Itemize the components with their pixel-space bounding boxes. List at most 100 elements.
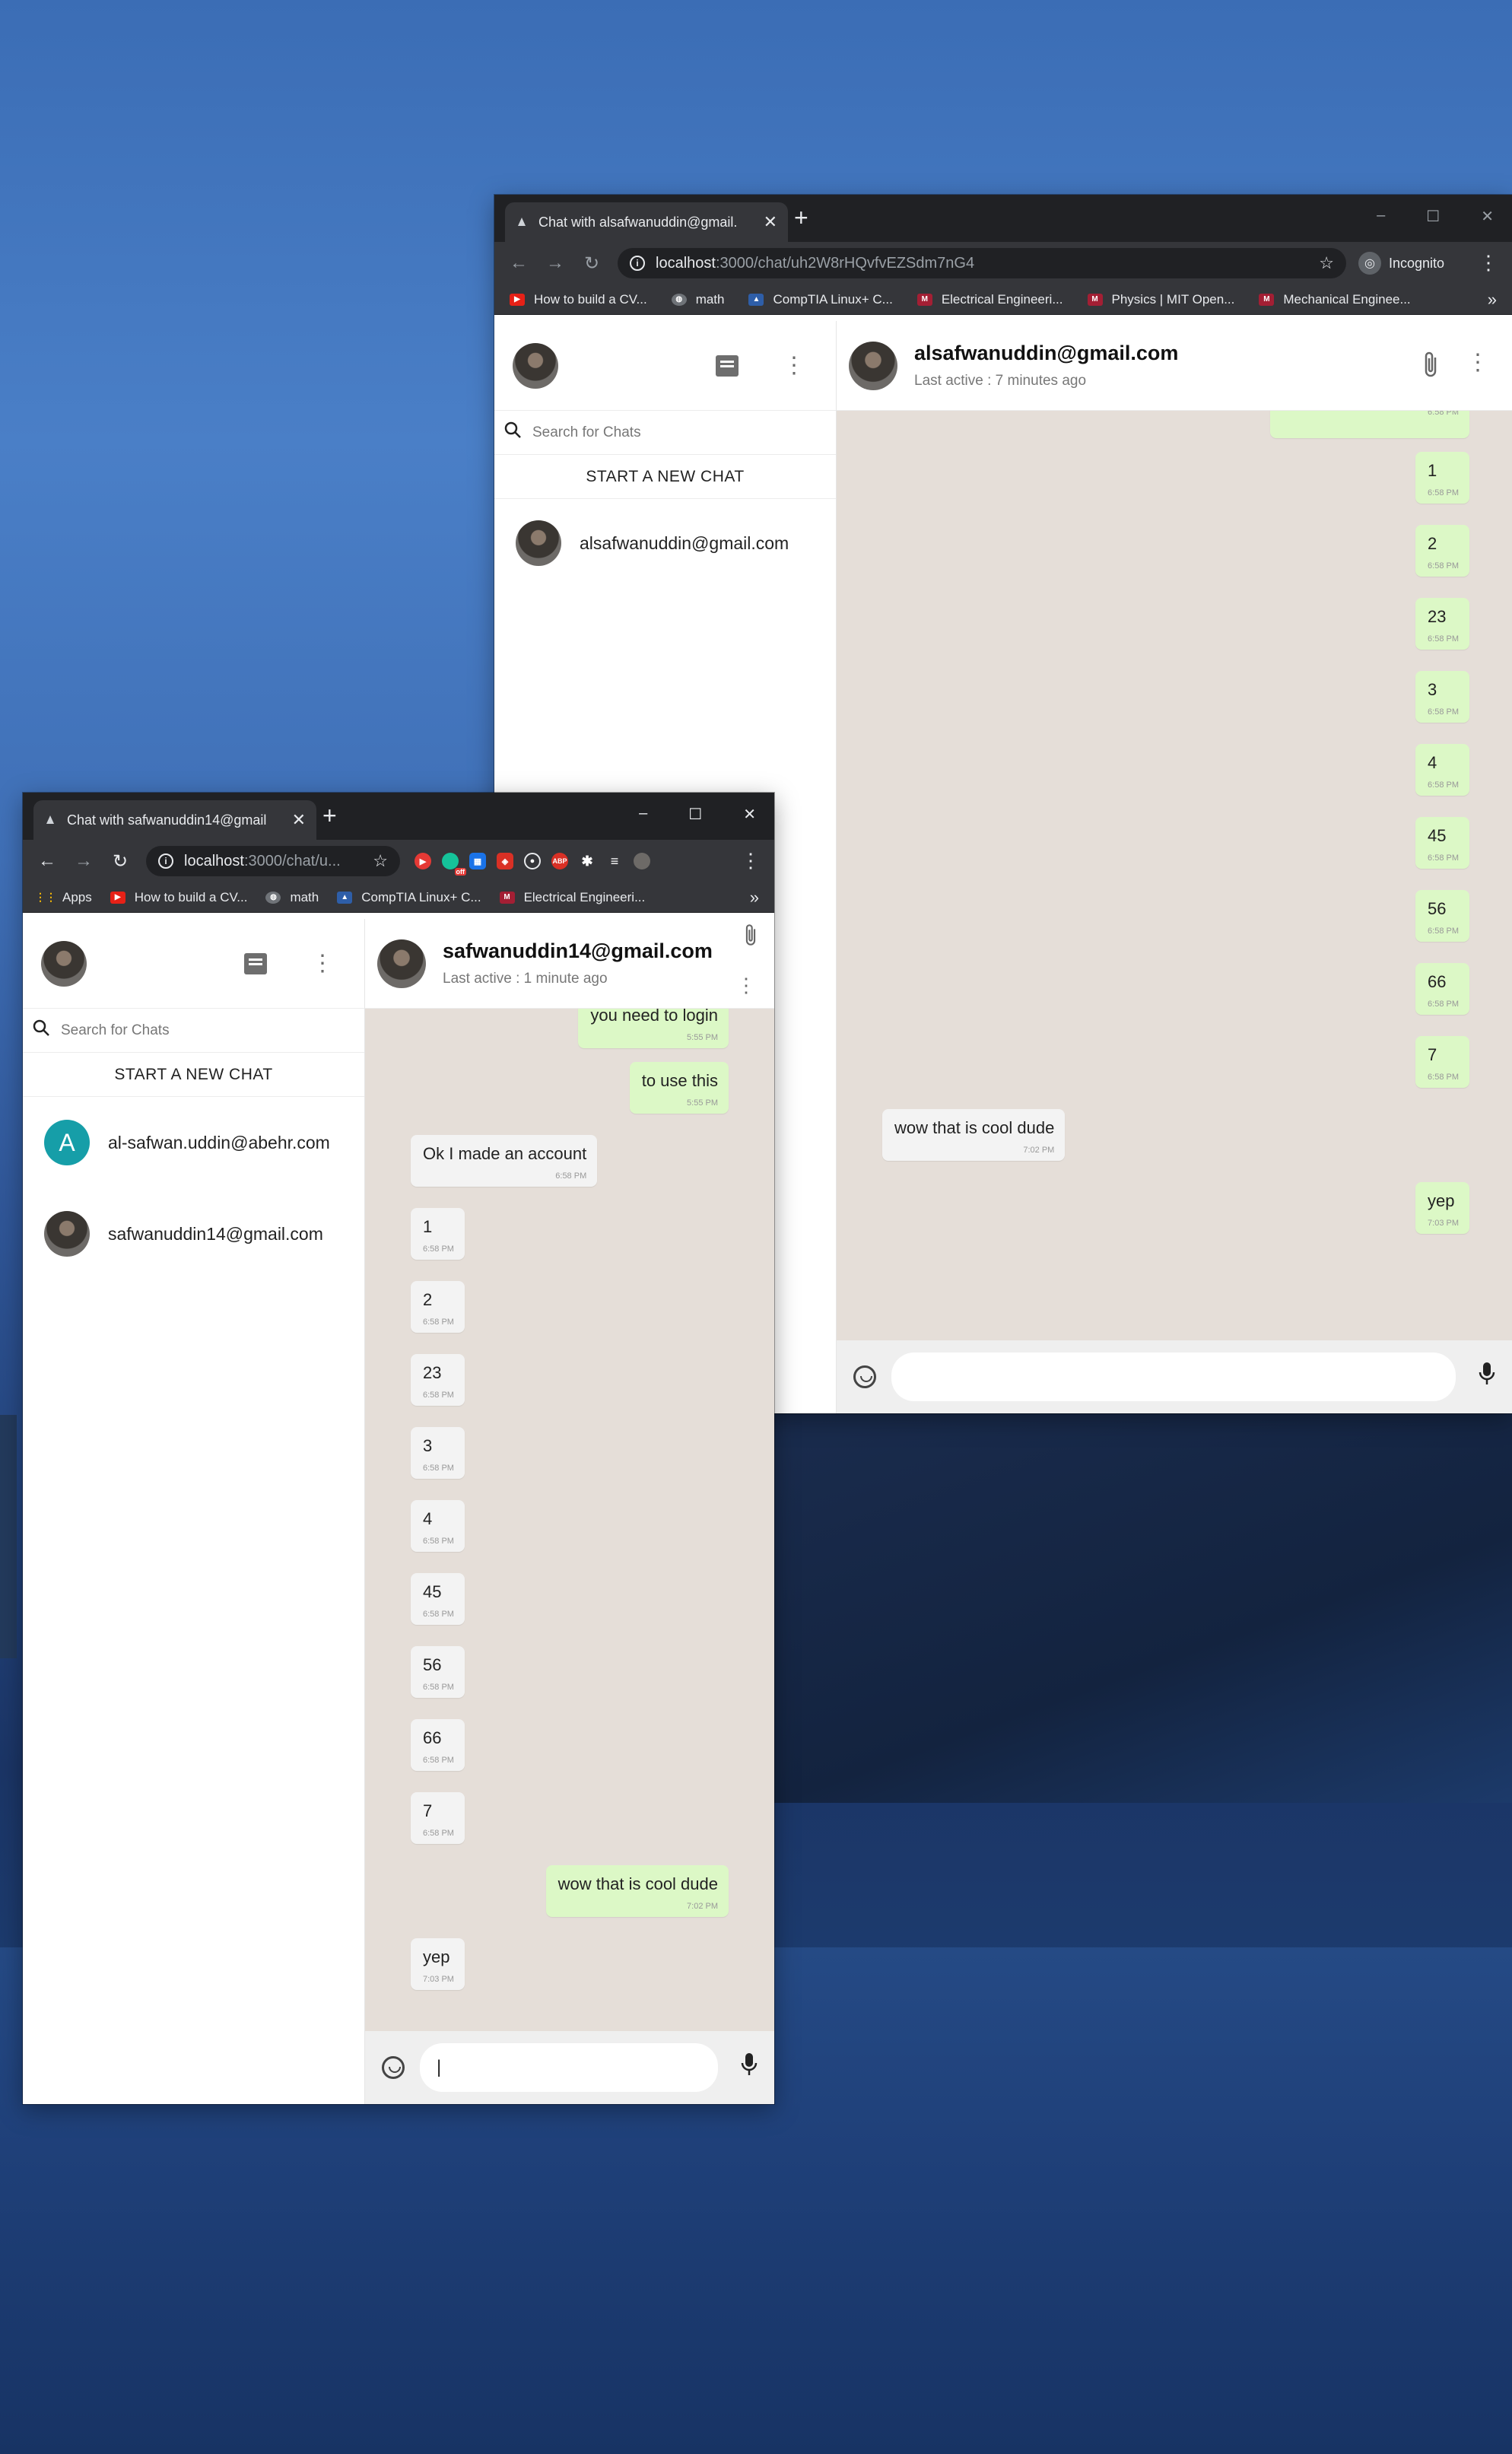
red-extension-icon[interactable]: ◈ — [497, 853, 513, 869]
bookmark-item[interactable]: ▶ How to build a CV... — [510, 292, 647, 307]
message-bubble: 66 6:58 PM — [1415, 963, 1469, 1015]
new-tab-button[interactable]: + — [322, 803, 337, 828]
site-info-icon[interactable]: i — [630, 256, 645, 271]
bookmark-star-icon[interactable]: ☆ — [1319, 253, 1334, 273]
emoji-icon[interactable] — [853, 1365, 876, 1388]
search-input[interactable]: Search for Chats — [61, 1022, 170, 1039]
browser-tab[interactable]: Chat with safwanuddin14@gmail ✕ — [33, 800, 316, 840]
profile-avatar-icon[interactable] — [634, 853, 650, 869]
reload-button[interactable]: ↻ — [573, 253, 610, 275]
bookmark-item[interactable]: ⋮⋮ Apps — [35, 890, 92, 905]
browser-menu-icon[interactable]: ⋮ — [1479, 251, 1498, 275]
mic-icon[interactable] — [1479, 1362, 1495, 1392]
sidebar-header: ⋮ — [23, 919, 364, 1009]
site-info-icon[interactable]: i — [158, 853, 173, 869]
avatar[interactable] — [377, 939, 426, 988]
message-bubble: 56 6:58 PM — [411, 1646, 465, 1698]
contact-item[interactable]: safwanuddin14@gmail.com — [23, 1188, 364, 1279]
back-button[interactable]: ← — [29, 850, 65, 872]
search-input[interactable]: Search for Chats — [532, 424, 641, 441]
bookmark-item[interactable]: ▲ CompTIA Linux+ C... — [337, 890, 481, 905]
forward-button[interactable]: → — [65, 850, 102, 872]
more-bookmarks-icon[interactable]: » — [750, 888, 759, 908]
back-button[interactable]: ← — [500, 253, 537, 274]
new-tab-button[interactable]: + — [794, 205, 808, 230]
calendar-extension-icon[interactable]: ▦ — [469, 853, 486, 869]
message-bubble: Ok I made an account 6:58 PM — [411, 1135, 598, 1187]
new-chat-icon[interactable] — [716, 354, 739, 377]
message-bubble: 1 6:58 PM — [1415, 452, 1469, 504]
favicon-icon — [46, 815, 54, 824]
start-new-chat-button[interactable]: START A NEW CHAT — [23, 1053, 364, 1097]
message-bubble: 3 6:58 PM — [1415, 671, 1469, 723]
sidebar-actions: ⋮ — [244, 952, 334, 975]
close-window-button[interactable]: ✕ — [1481, 207, 1494, 226]
message-input[interactable]: | — [420, 2043, 718, 2092]
close-tab-icon[interactable]: ✕ — [764, 212, 777, 232]
attach-icon[interactable] — [742, 922, 759, 954]
contact-item[interactable]: alsafwanuddin@gmail.com — [494, 499, 836, 587]
adblock-extension-icon[interactable]: ABP — [551, 853, 568, 869]
search-bar[interactable]: Search for Chats — [23, 1009, 364, 1053]
video-extension-icon[interactable]: ▶ — [415, 853, 431, 869]
address-bar[interactable]: i localhost:3000/chat/uh2W8rHQvfvEZSdm7n… — [618, 248, 1346, 278]
message-input[interactable] — [891, 1353, 1456, 1401]
media-control-icon[interactable]: ≡ — [606, 853, 623, 869]
contact-name: alsafwanuddin@gmail.com — [580, 532, 789, 553]
target-extension-icon[interactable]: ● — [524, 853, 541, 869]
emoji-icon[interactable] — [382, 2056, 405, 2079]
attach-icon[interactable] — [1421, 350, 1441, 385]
bookmark-item[interactable]: M Physics | MIT Open... — [1087, 292, 1234, 307]
forward-button[interactable]: → — [537, 253, 573, 274]
chat-contact-name: safwanuddin14@gmail.com — [443, 939, 713, 962]
bookmark-item[interactable]: ▲ CompTIA Linux+ C... — [748, 292, 893, 307]
mic-icon[interactable] — [741, 2052, 758, 2083]
message-bubble: you need to login 5:55 PM — [578, 1009, 729, 1048]
reload-button[interactable]: ↻ — [102, 850, 138, 873]
more-options-icon[interactable]: ⋮ — [311, 952, 334, 975]
avatar[interactable] — [41, 940, 87, 987]
contact-item[interactable]: A al-safwan.uddin@abehr.com — [23, 1097, 364, 1188]
message-bubble: yep 7:03 PM — [1415, 1182, 1469, 1234]
browser-window-front: Chat with safwanuddin14@gmail ✕ + – ☐ ✕ … — [23, 793, 774, 2104]
browser-tab[interactable]: Chat with alsafwanuddin@gmail. ✕ — [505, 202, 788, 242]
start-new-chat-button[interactable]: START A NEW CHAT — [494, 455, 836, 499]
address-bar[interactable]: i localhost:3000/chat/u... ☆ — [146, 846, 400, 876]
more-bookmarks-icon[interactable]: » — [1488, 290, 1497, 310]
bookmark-star-icon[interactable]: ☆ — [373, 851, 388, 871]
close-window-button[interactable]: ✕ — [743, 805, 756, 824]
chat-pane: safwanuddin14@gmail.com Last active : 1 … — [365, 919, 774, 2104]
extensions-puzzle-icon[interactable]: ✱ — [579, 853, 596, 869]
search-bar[interactable]: Search for Chats — [494, 411, 836, 455]
bookmark-item[interactable]: ◍ math — [265, 890, 319, 905]
bookmark-item[interactable]: ▶ How to build a CV... — [110, 890, 247, 905]
grammarly-extension-icon[interactable]: off — [442, 853, 466, 876]
avatar[interactable] — [513, 342, 558, 389]
message-bubble: wow that is cool dude 7:02 PM — [545, 1865, 729, 1917]
bookmark-item[interactable]: M Electrical Engineeri... — [916, 292, 1063, 307]
message-bubble: wow that is cool dude 7:02 PM — [882, 1109, 1066, 1161]
chat-menu-icon[interactable]: ⋮ — [736, 975, 756, 995]
chat-header: alsafwanuddin@gmail.com Last active : 7 … — [837, 321, 1512, 411]
maximize-button[interactable]: ☐ — [688, 805, 702, 824]
message-bubble: 7 6:58 PM — [411, 1792, 465, 1844]
close-tab-icon[interactable]: ✕ — [292, 810, 306, 830]
browser-menu-icon[interactable]: ⋮ — [741, 849, 761, 873]
chat-menu-icon[interactable]: ⋮ — [1466, 351, 1489, 374]
maximize-button[interactable]: ☐ — [1426, 207, 1440, 226]
favicon-icon — [518, 218, 526, 226]
bookmark-item[interactable]: M Electrical Engineeri... — [499, 890, 645, 905]
minimize-button[interactable]: – — [1377, 207, 1385, 226]
tab-title: Chat with alsafwanuddin@gmail. — [538, 214, 738, 230]
message-bubble: 6:58 PM — [1270, 411, 1469, 438]
bookmark-item[interactable]: M Mechanical Enginee... — [1259, 292, 1411, 307]
youtube-icon: ▶ — [110, 891, 125, 904]
message-bubble: 56 6:58 PM — [1415, 890, 1469, 942]
message-bubble: 3 6:58 PM — [411, 1427, 465, 1479]
avatar[interactable] — [849, 341, 897, 390]
new-chat-icon[interactable] — [244, 952, 267, 974]
more-options-icon[interactable]: ⋮ — [783, 354, 805, 377]
minimize-button[interactable]: – — [639, 805, 647, 824]
bookmark-item[interactable]: ◍ math — [671, 292, 724, 307]
incognito-indicator[interactable]: ◎ Incognito — [1358, 252, 1444, 275]
